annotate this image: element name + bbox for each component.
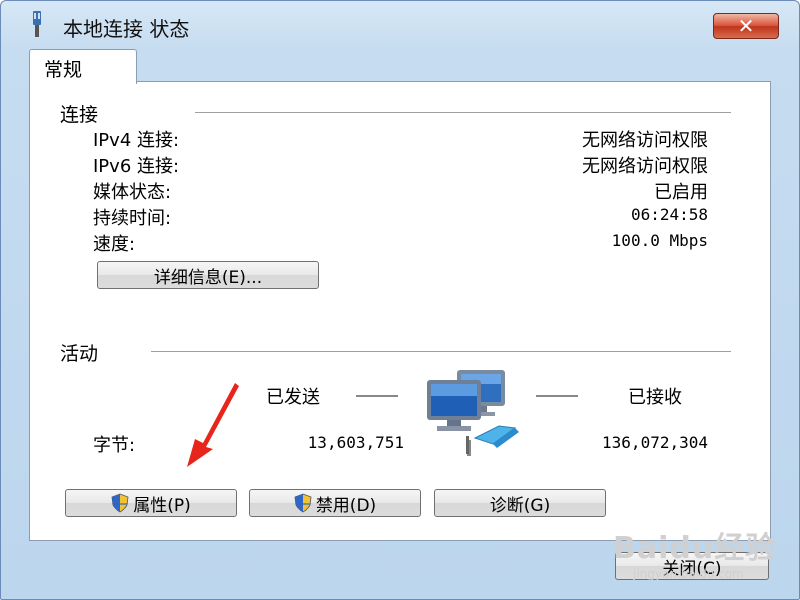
activity-separator xyxy=(151,351,731,352)
window-title: 本地连接 状态 xyxy=(63,17,190,41)
sent-line xyxy=(356,395,398,397)
annotation-arrow-icon xyxy=(187,383,239,467)
diagnose-button[interactable]: 诊断(G) xyxy=(434,489,606,517)
sent-label: 已发送 xyxy=(266,387,320,408)
bytes-received-value: 136,072,304 xyxy=(602,433,708,452)
ipv4-label: IPv4 连接: xyxy=(93,130,180,151)
close-icon: ✕ xyxy=(737,14,755,38)
disable-button-label: 禁用(D) xyxy=(315,495,377,516)
details-button-label: 详细信息(E)... xyxy=(153,267,263,288)
speed-label: 速度: xyxy=(93,234,136,255)
received-label: 已接收 xyxy=(628,387,682,408)
uac-shield-icon xyxy=(111,493,129,513)
disable-button[interactable]: 禁用(D) xyxy=(249,489,421,517)
window-close-button[interactable]: ✕ xyxy=(713,13,779,39)
speed-value: 100.0 Mbps xyxy=(611,231,708,250)
tab-general-label: 常规 xyxy=(44,59,83,81)
properties-button[interactable]: 属性(P) xyxy=(65,489,237,517)
duration-label: 持续时间: xyxy=(93,208,172,229)
ipv6-label: IPv6 连接: xyxy=(93,156,180,177)
uac-shield-icon xyxy=(294,493,312,513)
watermark-logo: Baidu经验 xyxy=(613,531,777,566)
connection-heading: 连接 xyxy=(60,104,99,126)
bytes-label: 字节: xyxy=(93,435,136,456)
network-computers-icon xyxy=(427,370,519,456)
properties-button-label: 属性(P) xyxy=(133,495,191,516)
details-button[interactable]: 详细信息(E)... xyxy=(97,261,319,289)
ipv6-value: 无网络访问权限 xyxy=(582,156,708,177)
network-connection-icon xyxy=(33,11,41,37)
diagnose-button-label: 诊断(G) xyxy=(489,495,551,516)
bytes-sent-value: 13,603,751 xyxy=(307,433,404,452)
media-state-value: 已启用 xyxy=(654,182,708,203)
connection-separator xyxy=(195,112,731,113)
activity-heading: 活动 xyxy=(60,343,99,365)
duration-value: 06:24:58 xyxy=(630,205,708,224)
ipv4-value: 无网络访问权限 xyxy=(582,130,708,151)
cable-line xyxy=(466,436,469,454)
watermark-url: jingyan.baidu.com xyxy=(633,567,744,581)
tab-panel-general: 连接 IPv4 连接: 无网络访问权限 IPv6 连接: 无网络访问权限 媒体状… xyxy=(29,81,771,541)
title-bar[interactable]: 本地连接 状态 ✕ xyxy=(1,1,799,49)
dialog-window: 本地连接 状态 ✕ 常规 连接 IPv4 连接: 无网络访问权限 IPv6 连接… xyxy=(0,0,800,600)
tab-general[interactable]: 常规 xyxy=(29,49,137,84)
received-line xyxy=(536,395,578,397)
media-state-label: 媒体状态: xyxy=(93,182,172,203)
